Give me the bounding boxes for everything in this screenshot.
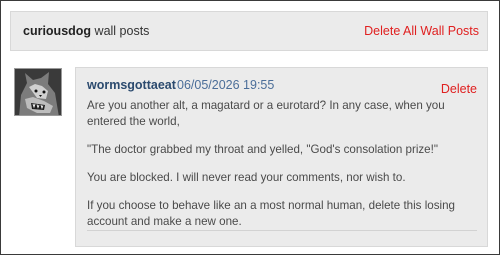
post-paragraph: Are you another alt, a magatard or a eur… xyxy=(87,99,445,128)
post-paragraph: "The doctor grabbed my throat and yelled… xyxy=(87,143,438,156)
post-paragraph: You are blocked. I will never read your … xyxy=(87,171,406,184)
post-body: Are you another alt, a magatard or a eur… xyxy=(87,98,482,242)
wolf-avatar-icon[interactable] xyxy=(14,68,62,116)
page-title: curiousdog wall posts xyxy=(23,24,149,38)
avatar-image xyxy=(15,69,61,115)
wall-post: wormsgottaeat 06/05/2026 19:55 Delete Ar… xyxy=(75,67,488,247)
page-title-suffix: wall posts xyxy=(94,24,150,38)
post-divider xyxy=(87,230,477,231)
post-timestamp: 06/05/2026 19:55 xyxy=(177,78,275,92)
post-paragraph: If you choose to behave like an a most n… xyxy=(87,199,455,228)
wall-header: curiousdog wall posts Delete All Wall Po… xyxy=(10,11,488,51)
delete-post-button[interactable]: Delete xyxy=(441,82,477,96)
post-author-link[interactable]: wormsgottaeat xyxy=(87,78,176,92)
wall-owner-username[interactable]: curiousdog xyxy=(23,24,91,38)
delete-all-wall-posts-button[interactable]: Delete All Wall Posts xyxy=(364,24,479,38)
